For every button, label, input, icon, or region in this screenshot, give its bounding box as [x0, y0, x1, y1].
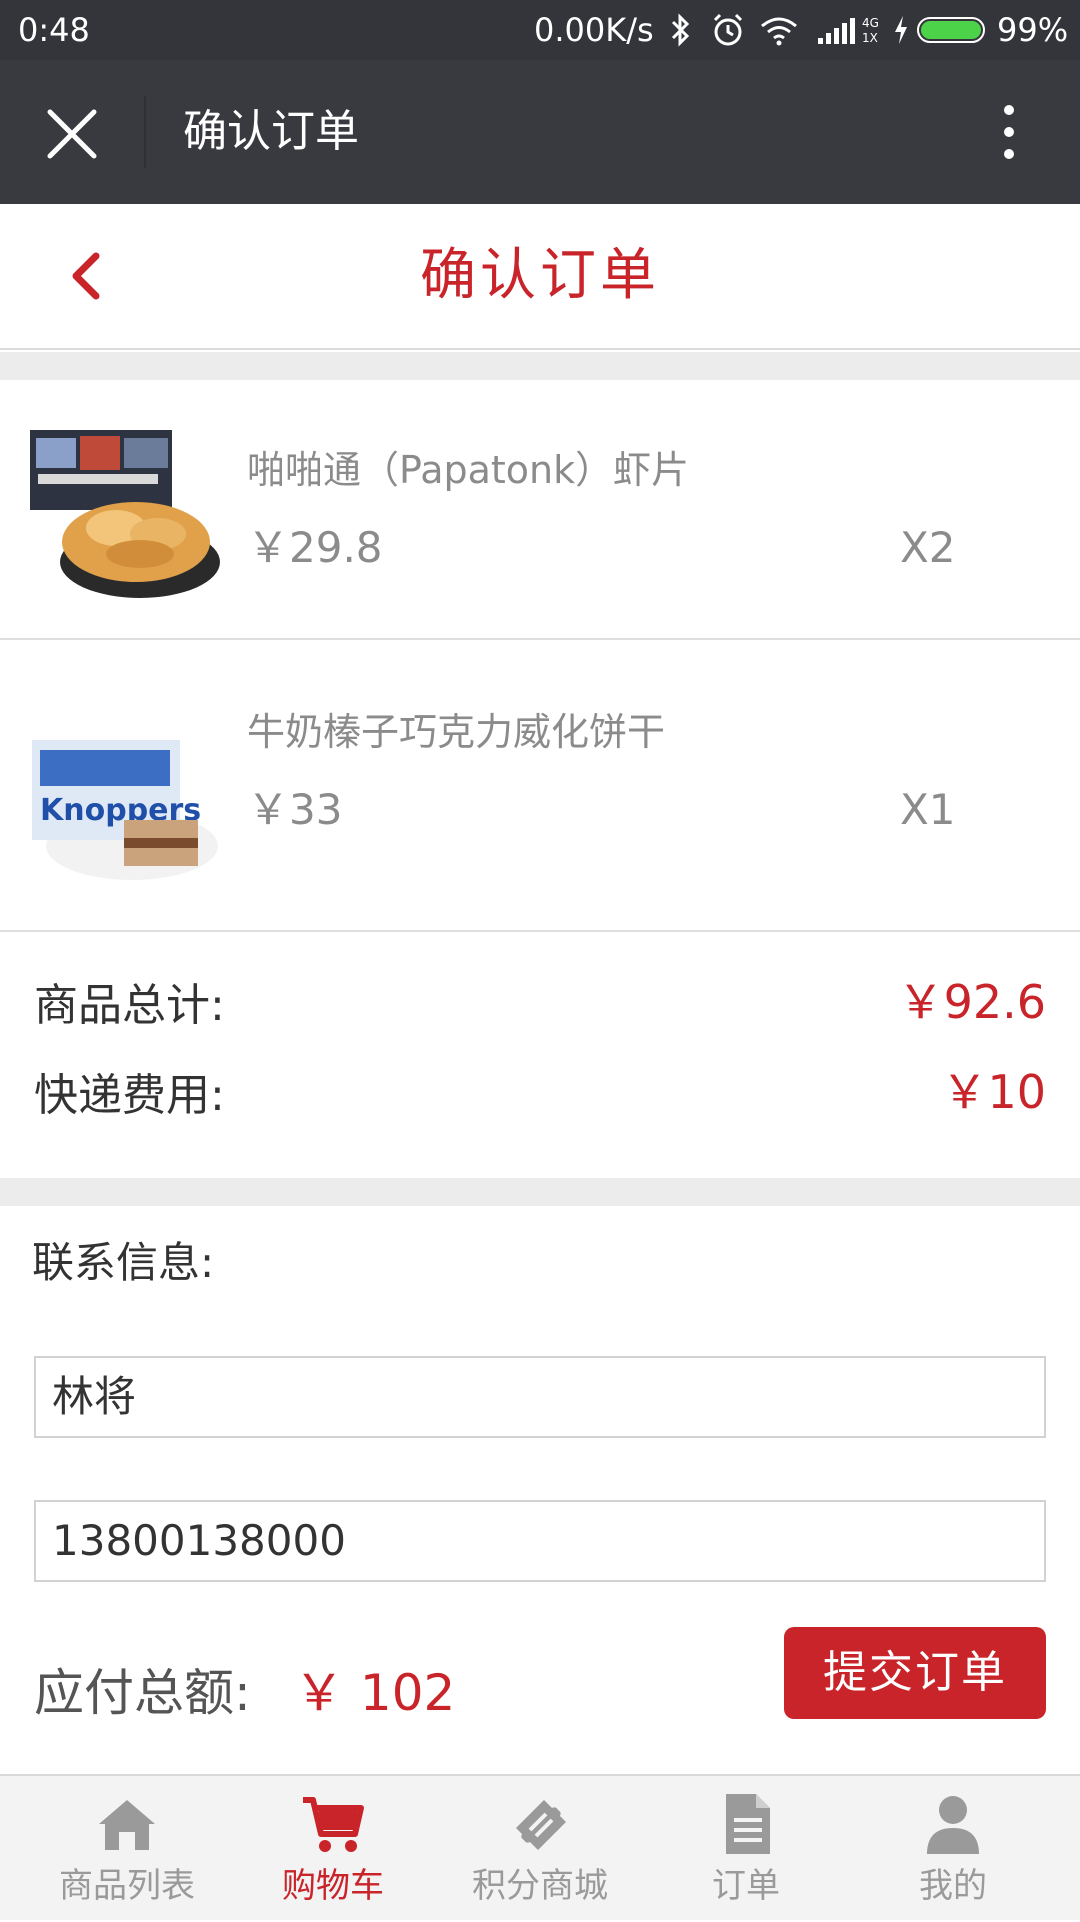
contact-section: 联系信息: 林将 13800138000 应付总额: ￥ 102 提交订单 [0, 1206, 1080, 1774]
amount-due-label: 应付总额: [34, 1664, 251, 1722]
tab-label: 订单 [712, 1866, 780, 1906]
alarm-icon [713, 13, 743, 46]
order-totals: 商品总计: ￥92.6 快递费用: ￥10 [0, 934, 1080, 1178]
section-gap [0, 352, 1080, 380]
amount-due-value: ￥ 102 [294, 1664, 456, 1722]
tab-orders[interactable]: 订单 [638, 1776, 854, 1922]
charging-icon [895, 16, 907, 44]
tab-label: 购物车 [282, 1866, 384, 1906]
bluetooth-icon [671, 13, 690, 47]
product-image-wafer: Knoppers [32, 740, 218, 880]
section-gap [0, 1178, 1080, 1206]
home-icon [99, 1800, 155, 1850]
tab-points-mall[interactable]: 积分商城 [432, 1776, 648, 1922]
submit-order-button[interactable]: 提交订单 [784, 1627, 1046, 1719]
contact-phone-field[interactable]: 13800138000 [34, 1500, 1046, 1582]
tab-cart[interactable]: 购物车 [225, 1776, 441, 1922]
browser-title-bar: 确认订单 [0, 60, 1080, 204]
contact-info-label: 联系信息: [32, 1238, 215, 1287]
page-title: 确认订单 [420, 243, 660, 308]
product-image-shrimp-chips [30, 430, 220, 598]
ticket-icon [516, 1800, 566, 1850]
battery-icon [917, 17, 985, 43]
item-price: ￥33 [247, 785, 343, 834]
user-icon [927, 1796, 979, 1854]
tab-label: 商品列表 [59, 1866, 195, 1906]
title-divider [144, 96, 146, 168]
order-item: Knoppers 牛奶榛子巧克力威化饼干 ￥33 X1 [0, 672, 1080, 932]
signal-icon: 4G 1X [818, 16, 879, 45]
order-item: 啪啪通（Papatonk）虾片 ￥29.8 X2 [0, 380, 1080, 640]
tab-label: 我的 [919, 1866, 987, 1906]
tab-me[interactable]: 我的 [845, 1776, 1061, 1922]
svg-text:1X: 1X [862, 31, 878, 45]
tab-label: 积分商城 [472, 1866, 608, 1906]
battery-percent: 99% [997, 11, 1069, 49]
more-menu-icon[interactable] [994, 100, 1024, 164]
shipping-fee-value: ￥10 [941, 1065, 1046, 1119]
item-quantity: X2 [900, 523, 956, 572]
browser-title: 确认订单 [183, 106, 359, 157]
item-name: 牛奶榛子巧克力威化饼干 [247, 710, 666, 754]
document-icon [726, 1794, 770, 1854]
item-quantity: X1 [900, 785, 956, 834]
goods-total-value: ￥92.6 [897, 975, 1046, 1029]
wifi-icon [761, 17, 797, 46]
bottom-tab-bar: 商品列表 购物车 积分商城 订单 我的 [0, 1774, 1080, 1920]
tab-product-list[interactable]: 商品列表 [19, 1776, 235, 1922]
page-header: 确认订单 [0, 204, 1080, 350]
cart-icon [303, 1797, 364, 1852]
close-icon[interactable] [44, 106, 100, 162]
status-bar: 0:48 0.00K/s 4G 1X 99% [0, 0, 1080, 60]
item-price: ￥29.8 [247, 523, 383, 572]
svg-text:4G: 4G [862, 16, 879, 30]
goods-total-label: 商品总计: [34, 980, 225, 1031]
network-speed: 0.00K/s [534, 11, 654, 49]
item-name: 啪啪通（Papatonk）虾片 [247, 448, 690, 492]
shipping-fee-label: 快递费用: [34, 1070, 225, 1121]
status-time: 0:48 [18, 11, 90, 49]
contact-name-field[interactable]: 林将 [34, 1356, 1046, 1438]
